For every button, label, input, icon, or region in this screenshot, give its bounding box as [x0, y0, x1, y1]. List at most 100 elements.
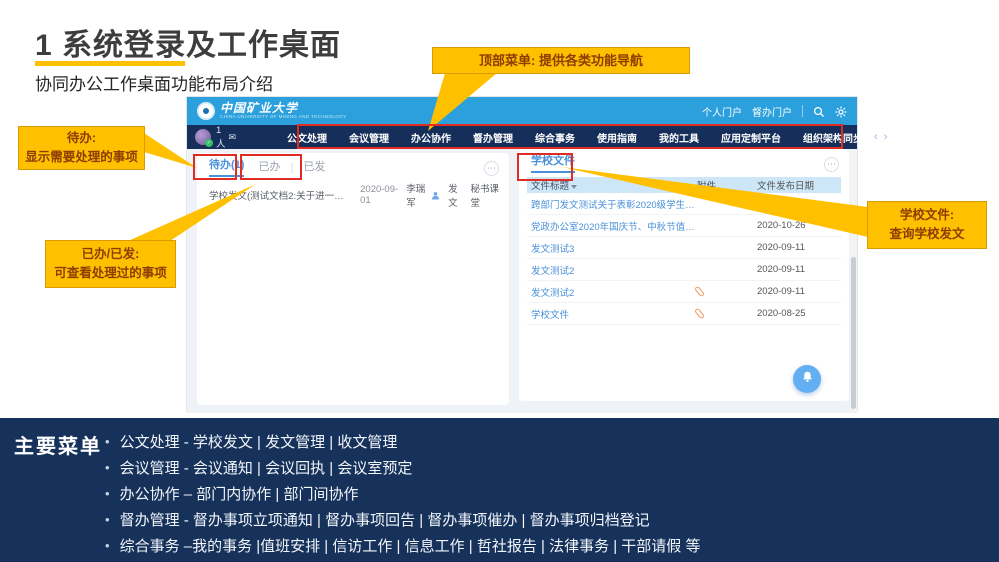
file-date: 2020-08-25	[757, 308, 841, 319]
school-files-header: 学校文件 ⋯	[519, 149, 849, 177]
footer-menu-summary: 主要菜单 •公文处理 - 学校发文 | 发文管理 | 收文管理 •会议管理 - …	[0, 418, 999, 562]
footer-item: •督办管理 - 督办事项立项通知 | 督办事项回告 | 督办事项催办 | 督办事…	[105, 506, 700, 532]
tab-separator: |	[290, 162, 293, 177]
file-link[interactable]: 发文测试2	[527, 263, 697, 277]
tab-school-files[interactable]: 学校文件	[531, 152, 575, 173]
personal-portal-link[interactable]: 个人门户	[702, 104, 742, 119]
file-link[interactable]: 学校文件	[527, 307, 697, 321]
app-content: 待办(1) 已办 | 已发 ⋯ 学校发文(测试文档2:关于进一步推进安徽灵璧定点…	[187, 149, 857, 413]
title-underline	[35, 61, 185, 66]
notification-bell-button[interactable]	[793, 365, 821, 393]
callout-done-line1: 已办/已发:	[82, 245, 140, 264]
file-date: 2020-09-11	[757, 242, 841, 253]
mail-icon[interactable]: ✉	[229, 132, 237, 143]
todo-item-dept: 秘书课堂	[470, 181, 501, 209]
file-date: 2020-10-26	[757, 220, 841, 231]
sort-caret-icon[interactable]	[571, 185, 577, 189]
file-link[interactable]: 跨部门发文测试关于表彰2020级学生军事...	[527, 197, 697, 211]
gear-icon[interactable]	[835, 105, 847, 117]
bullet-icon: •	[105, 434, 110, 449]
callout-todo-line2: 显示需要处理的事项	[25, 148, 138, 167]
menu-item-collaboration[interactable]: 办公协作	[400, 130, 462, 145]
menu-scroll-chevrons: ‹ ›	[874, 131, 887, 143]
bell-icon	[801, 370, 814, 388]
callout-school-files: 学校文件: 查询学校发文	[867, 201, 987, 249]
file-date: 2020-09-11	[757, 286, 841, 297]
bullet-icon: •	[105, 486, 110, 501]
table-row: 学校文件 2020-08-25	[527, 303, 841, 325]
tab-done[interactable]: 已办	[258, 158, 280, 177]
table-row: 党政办公室2020年国庆节、中秋节值班安... 2020-10-26	[527, 215, 841, 237]
todo-panel: 待办(1) 已办 | 已发 ⋯ 学校发文(测试文档2:关于进一步推进安徽灵璧定点…	[197, 153, 509, 405]
footer-list: •公文处理 - 学校发文 | 发文管理 | 收文管理 •会议管理 - 会议通知 …	[105, 428, 700, 558]
footer-item: •办公协作 – 部门内协作 | 部门间协作	[105, 480, 700, 506]
scrollbar	[850, 149, 857, 413]
university-name-en: CHINA UNIVERSITY OF MINING AND TECHNOLOG…	[220, 115, 347, 120]
column-header-date: 文件发布日期	[757, 178, 841, 192]
file-link[interactable]: 发文测试2	[527, 285, 697, 299]
menu-item-supervision[interactable]: 督办管理	[462, 130, 524, 145]
tab-todo[interactable]: 待办(1)	[209, 156, 244, 177]
todo-item-title: 学校发文(测试文档2:关于进一步推进安徽灵璧定点扶...	[209, 188, 352, 202]
todo-item-sender: 李瑞军	[406, 181, 429, 209]
table-row: 发文测试3 2020-09-11	[527, 237, 841, 259]
school-files-panel: 学校文件 ⋯ 文件标题 附件 文件发布日期 跨部门发文测试关于表彰2020级学生…	[519, 149, 849, 401]
menu-item-general-affairs[interactable]: 综合事务	[524, 130, 586, 145]
table-row: 发文测试2 2020-09-11	[527, 281, 841, 303]
callout-top-menu-text: 顶部菜单: 提供各类功能导航	[479, 51, 643, 71]
bullet-icon: •	[105, 460, 110, 475]
file-link[interactable]: 发文测试3	[527, 241, 697, 255]
callout-school-line1: 学校文件:	[900, 206, 954, 225]
app-menubar: ✓ 1人 ✉ 公文处理 会议管理 办公协作 督办管理 综合事务 使用指南 我的工…	[187, 125, 857, 149]
university-name-cn: 中国矿业大学	[220, 102, 347, 114]
todo-list-item[interactable]: 学校发文(测试文档2:关于进一步推进安徽灵璧定点扶... 2020-09-01 …	[209, 187, 501, 203]
main-menu: 公文处理 会议管理 办公协作 督办管理 综合事务 使用指南 我的工具 应用定制平…	[276, 130, 874, 145]
todo-item-type: 发文	[448, 181, 463, 209]
footer-item: •会议管理 - 会议通知 | 会议回执 | 会议室预定	[105, 454, 700, 480]
todo-item-date: 2020-09-01	[360, 184, 399, 206]
app-topbar: 中国矿业大学 CHINA UNIVERSITY OF MINING AND TE…	[187, 97, 857, 125]
callout-done-line2: 可查看处理过的事项	[54, 264, 167, 283]
slide: 1 系统登录及工作桌面 协同办公工作桌面功能布局介绍 中国矿业大学 CHINA …	[0, 0, 999, 562]
topbar-divider	[802, 105, 803, 117]
callout-done: 已办/已发: 可查看处理过的事项	[45, 240, 176, 288]
file-date: 2020-10-27	[757, 198, 841, 209]
file-date: 2020-09-11	[757, 264, 841, 275]
tab-sent[interactable]: 已发	[303, 158, 325, 177]
online-status-badge: ✓	[205, 139, 213, 147]
menu-item-custom-platform[interactable]: 应用定制平台	[710, 130, 792, 145]
callout-school-line2: 查询学校发文	[889, 225, 964, 244]
menu-item-docs[interactable]: 公文处理	[276, 130, 338, 145]
school-files-more-button[interactable]: ⋯	[824, 157, 839, 172]
menu-item-user-guide[interactable]: 使用指南	[586, 130, 648, 145]
university-names: 中国矿业大学 CHINA UNIVERSITY OF MINING AND TE…	[220, 102, 347, 120]
footer-item: •公文处理 - 学校发文 | 发文管理 | 收文管理	[105, 428, 700, 454]
university-emblem-icon	[197, 102, 215, 120]
person-icon	[431, 191, 440, 200]
column-header-attachment: 附件	[697, 178, 757, 192]
callout-top-menu: 顶部菜单: 提供各类功能导航	[432, 47, 690, 74]
files-table: 文件标题 附件 文件发布日期 跨部门发文测试关于表彰2020级学生军事... 2…	[527, 177, 841, 325]
supervision-portal-link[interactable]: 督办门户	[752, 104, 792, 119]
scrollbar-thumb[interactable]	[851, 257, 856, 409]
table-row: 跨部门发文测试关于表彰2020级学生军事... 2020-10-27	[527, 193, 841, 215]
page-title: 1 系统登录及工作桌面	[35, 20, 341, 64]
menu-item-meetings[interactable]: 会议管理	[338, 130, 400, 145]
todo-more-button[interactable]: ⋯	[484, 161, 499, 176]
user-status: 1人	[216, 125, 226, 150]
callout-todo: 待办: 显示需要处理的事项	[18, 126, 145, 170]
university-logo: 中国矿业大学 CHINA UNIVERSITY OF MINING AND TE…	[197, 102, 347, 120]
menu-item-org-sync[interactable]: 组织架构同步	[792, 130, 874, 145]
footer-heading: 主要菜单	[14, 430, 102, 459]
callout-todo-line1: 待办:	[67, 129, 96, 148]
chevron-right-icon[interactable]: ›	[884, 131, 888, 143]
chevron-left-icon[interactable]: ‹	[874, 131, 878, 143]
menu-item-my-tools[interactable]: 我的工具	[648, 130, 710, 145]
page-subtitle: 协同办公工作桌面功能布局介绍	[35, 70, 273, 95]
file-link[interactable]: 党政办公室2020年国庆节、中秋节值班安...	[527, 219, 697, 233]
avatar[interactable]: ✓	[195, 129, 211, 145]
search-icon[interactable]	[813, 105, 825, 117]
footer-item: •综合事务 –我的事务 |值班安排 | 信访工作 | 信息工作 | 哲社报告 |…	[105, 532, 700, 558]
todo-panel-header: 待办(1) 已办 | 已发 ⋯	[197, 153, 509, 181]
bullet-icon: •	[105, 512, 110, 527]
